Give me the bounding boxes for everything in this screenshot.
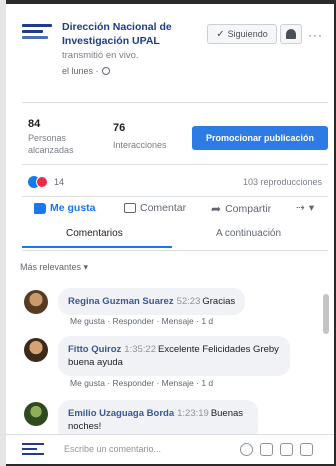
post-stats: 84 Personas alcanzadas 76 Interacciones … xyxy=(6,104,334,162)
reproductions-count: 103 reproducciones xyxy=(242,177,322,187)
comment-composer: Escribe un comentario... xyxy=(6,434,334,464)
reached-label: Personas alcanzadas xyxy=(28,133,74,155)
comment-tabs: Comentarios A continuación xyxy=(6,224,334,250)
more-actions-icon: ⇢ xyxy=(296,202,305,214)
tab-comments[interactable]: Comentarios xyxy=(66,228,123,239)
comment-filter-dropdown[interactable]: Más relevantes ▾ xyxy=(20,262,88,273)
interactions-count: 76 xyxy=(113,122,126,134)
comment-item: Emilio Uzaguaga Borda 1:23:19 Buenas noche… xyxy=(24,400,314,440)
share-label: Compartir xyxy=(225,203,272,215)
live-post-card: Dirección Nacional de Investigación UPAL… xyxy=(6,4,334,464)
like-button[interactable]: Me gusta xyxy=(34,202,96,214)
like-label: Me gusta xyxy=(50,202,96,214)
reactions-count[interactable]: 14 xyxy=(54,177,64,187)
post-time: el lunes · xyxy=(62,66,99,76)
page-avatar[interactable] xyxy=(22,24,52,46)
comment-item: Regina Guzman Suarez 52:23 Gracias Me gust… xyxy=(24,288,314,330)
divider xyxy=(22,102,328,103)
tab-up-next[interactable]: A continuación xyxy=(216,228,281,239)
comment-bubble: Fitto Quiroz 1:35:22 Excelente Felicidades… xyxy=(58,336,290,376)
stream-label: transmitió en vivo. xyxy=(62,50,139,61)
sticker-icon[interactable] xyxy=(300,443,313,456)
comment-text: Gracias xyxy=(202,296,236,307)
divider xyxy=(22,164,328,165)
camera-icon[interactable] xyxy=(260,443,273,456)
page-name-link[interactable]: Dirección Nacional de Investigación UPAL xyxy=(62,20,202,48)
gif-icon[interactable] xyxy=(280,443,293,456)
avatar[interactable] xyxy=(24,338,48,362)
post-actions: Me gusta Comentar ➦ Compartir ⇢ ▾ xyxy=(6,200,334,224)
composer-avatar xyxy=(22,443,44,457)
globe-icon xyxy=(101,67,110,75)
interactions-label: Interacciones xyxy=(113,140,167,150)
comment-label: Comentar xyxy=(140,202,187,214)
comment-time[interactable]: 1:35:22 xyxy=(124,344,156,355)
check-icon: ✓ xyxy=(216,28,225,40)
promote-post-button[interactable]: Promocionar publicación xyxy=(192,126,328,150)
active-tab-indicator xyxy=(22,246,172,248)
more-actions-caret: ▾ xyxy=(308,202,315,214)
comment-time[interactable]: 1:23:19 xyxy=(177,408,209,419)
comment-bubble: Regina Guzman Suarez 52:23 Gracias xyxy=(58,288,246,315)
notifications-button[interactable] xyxy=(280,24,302,44)
more-actions-button[interactable]: ⇢ ▾ xyxy=(296,202,314,214)
reached-count: 84 xyxy=(28,118,41,130)
commenter-name[interactable]: Regina Guzman Suarez xyxy=(68,296,174,307)
comment-actions[interactable]: Me gusta · Responder · Mensaje · 1 d xyxy=(70,378,213,388)
share-button[interactable]: ➦ Compartir xyxy=(211,202,271,216)
love-reaction-icon[interactable] xyxy=(36,176,48,188)
post-header: Dirección Nacional de Investigación UPAL… xyxy=(6,4,334,102)
comment-button[interactable]: Comentar xyxy=(124,202,186,214)
share-icon: ➦ xyxy=(211,202,222,216)
comments-scrollbar[interactable] xyxy=(323,294,329,334)
avatar[interactable] xyxy=(24,290,48,314)
comment-actions[interactable]: Me gusta · Responder · Mensaje · 1 d xyxy=(70,316,213,326)
divider xyxy=(22,250,328,251)
avatar[interactable] xyxy=(24,402,48,426)
following-button[interactable]: ✓ Siguiendo xyxy=(207,24,277,44)
following-label: Siguiendo xyxy=(227,29,268,39)
reactions-bar: 14 103 reproducciones xyxy=(6,172,334,192)
comment-input[interactable]: Escribe un comentario... xyxy=(58,440,238,460)
comment-time[interactable]: 52:23 xyxy=(177,296,201,307)
comment-item: Fitto Quiroz 1:35:22 Excelente Felicidades… xyxy=(24,336,314,394)
comment-icon xyxy=(124,203,136,213)
commenter-name[interactable]: Fitto Quiroz xyxy=(68,344,121,355)
commenter-name[interactable]: Emilio Uzaguaga Borda xyxy=(68,408,174,419)
thumbs-up-icon xyxy=(34,202,46,214)
composer-icons xyxy=(240,443,313,456)
divider xyxy=(22,196,328,197)
post-timestamp[interactable]: el lunes · xyxy=(62,66,110,76)
emoji-icon[interactable] xyxy=(240,443,253,456)
bell-icon xyxy=(286,29,296,39)
more-options-icon[interactable]: ··· xyxy=(308,28,323,42)
